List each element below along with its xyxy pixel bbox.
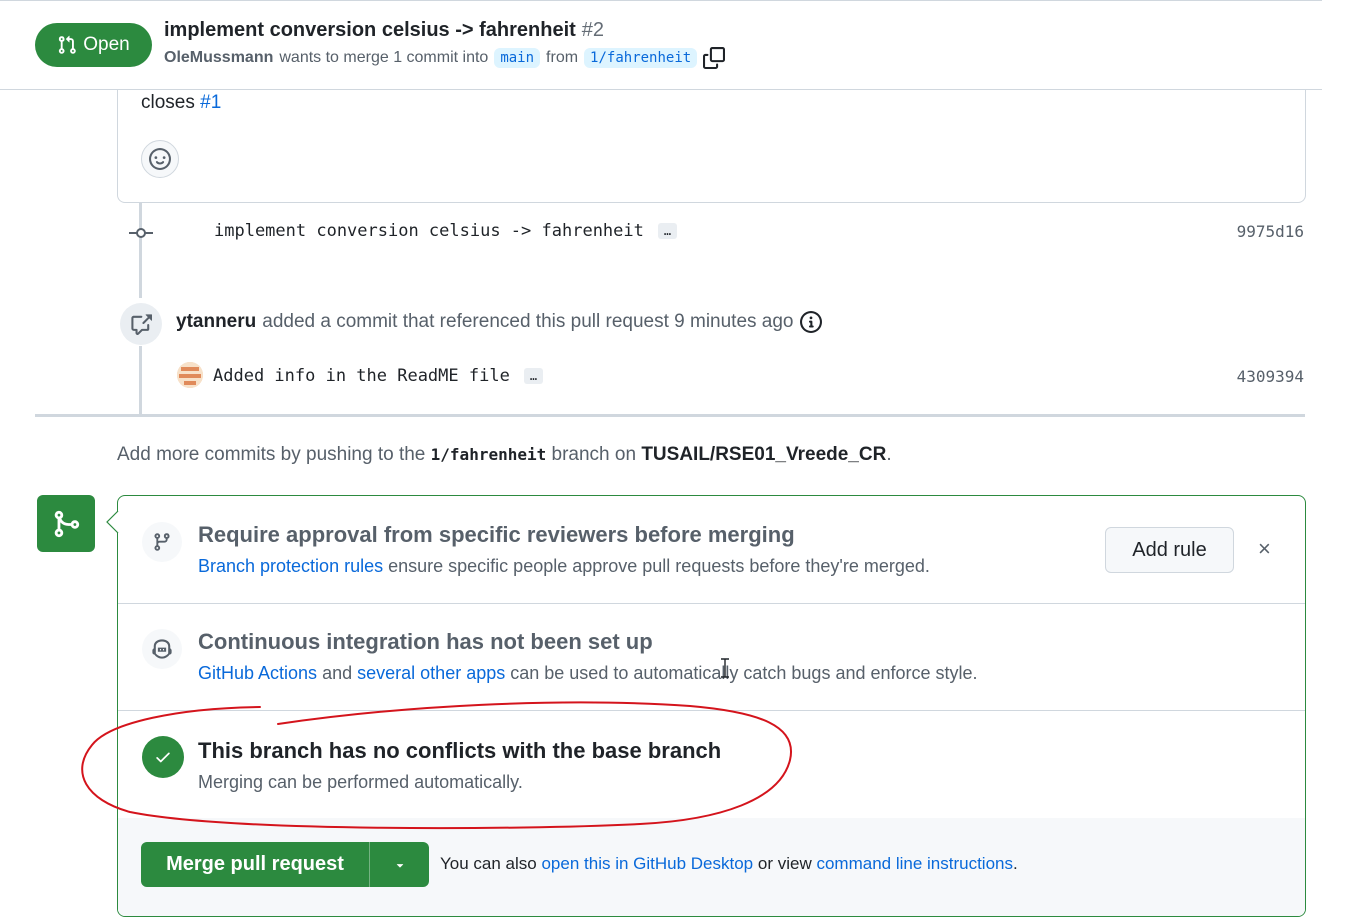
ci-title: Continuous integration has not been set …	[198, 629, 653, 654]
github-actions-link[interactable]: GitHub Actions	[198, 663, 317, 683]
hint-repo: TUSAIL/RSE01_Vreede_CR	[641, 444, 887, 465]
merge-text: wants to merge 1 commit into	[279, 49, 489, 66]
copilot-icon	[152, 639, 172, 659]
copy-icon[interactable]	[703, 47, 726, 69]
push-hint: Add more commits by pushing to the 1/fah…	[117, 444, 892, 466]
commit-message[interactable]: Added info in the ReadME file	[213, 366, 510, 386]
add-rule-button[interactable]: Add rule	[1105, 527, 1234, 573]
hint-suffix: .	[886, 444, 892, 465]
other-apps-link[interactable]: several other apps	[357, 663, 505, 683]
head-branch[interactable]: 1/fahrenheit	[584, 48, 698, 68]
merge-status-badge	[37, 495, 95, 552]
conflicts-description: Merging can be performed automatically.	[198, 772, 523, 792]
pr-sticky-header: Open implement conversion celsius -> fah…	[0, 0, 1322, 90]
merge-box-pointer	[106, 510, 119, 534]
github-desktop-link[interactable]: open this in GitHub Desktop	[541, 854, 753, 873]
commit-sha[interactable]: 9975d16	[1237, 222, 1304, 241]
closes-line: closes #1	[141, 92, 221, 114]
timeline-divider	[35, 414, 1305, 417]
reference-event-text: ytanneru added a commit that referenced …	[176, 311, 822, 333]
ci-section: Continuous integration has not been set …	[118, 603, 1305, 711]
command-line-link[interactable]: command line instructions	[816, 854, 1013, 873]
closes-text: closes	[141, 92, 195, 113]
base-branch[interactable]: main	[494, 48, 541, 68]
text-cursor-icon	[721, 658, 729, 678]
triangle-down-icon	[396, 863, 403, 868]
git-pull-request-icon	[59, 35, 77, 54]
closes-issue-link[interactable]: #1	[200, 92, 221, 113]
approval-section: Require approval from specific reviewers…	[118, 496, 1305, 604]
pr-title-text: implement conversion celsius -> fahrenhe…	[164, 19, 576, 41]
commit-sha[interactable]: 4309394	[1237, 367, 1304, 386]
pr-title: implement conversion celsius -> fahrenhe…	[164, 19, 604, 42]
cross-reference-icon	[131, 314, 152, 335]
pr-number: #2	[581, 19, 605, 41]
commit-row-1: implement conversion celsius -> fahrenhe…	[117, 218, 1304, 248]
reference-user[interactable]: ytanneru	[176, 311, 256, 333]
hint-middle: branch on	[551, 444, 637, 465]
alternative-merge-text: You can also open this in GitHub Desktop…	[440, 854, 1018, 874]
hint-branch: 1/fahrenheit	[430, 445, 547, 464]
ci-and-text: and	[322, 663, 353, 683]
or-text: or view	[757, 854, 812, 873]
robot-icon-badge	[142, 629, 182, 669]
pr-author[interactable]: OleMussmann	[164, 49, 273, 67]
merge-pull-request-button[interactable]: Merge pull request	[141, 842, 370, 887]
branch-protection-link[interactable]: Branch protection rules	[198, 556, 383, 576]
smiley-icon	[149, 148, 171, 170]
approval-description: Branch protection rules ensure specific …	[198, 556, 930, 577]
approval-desc-text: ensure specific people approve pull requ…	[388, 556, 930, 576]
check-badge	[142, 736, 184, 778]
ci-desc-text: can be used to automatically catch bugs …	[510, 663, 978, 683]
info-icon[interactable]	[799, 311, 822, 333]
merge-box: Require approval from specific reviewers…	[117, 495, 1306, 917]
merge-button-group: Merge pull request	[141, 842, 429, 887]
also-text: You can also	[440, 854, 537, 873]
conflicts-title: This branch has no conflicts with the ba…	[198, 738, 722, 763]
open-status-badge: Open	[35, 23, 152, 67]
branch-icon-badge	[142, 522, 182, 562]
commit-row-2: Added info in the ReadME file … 4309394	[117, 363, 1304, 393]
close-icon[interactable]: ×	[1258, 536, 1271, 562]
ci-description: GitHub Actions and several other apps ca…	[198, 663, 978, 684]
commit-message[interactable]: implement conversion celsius -> fahrenhe…	[214, 221, 644, 241]
hint-prefix: Add more commits by pushing to the	[117, 444, 426, 465]
status-label: Open	[83, 34, 130, 55]
commit-expand-button[interactable]: …	[523, 368, 544, 384]
period-text: .	[1013, 854, 1018, 873]
merge-footer: Merge pull request You can also open thi…	[118, 818, 1305, 916]
git-branch-icon	[154, 533, 170, 551]
reference-description: added a commit that referenced this pull…	[262, 311, 794, 332]
conflicts-section: This branch has no conflicts with the ba…	[118, 710, 1305, 819]
cross-reference-icon-badge	[120, 303, 162, 345]
check-icon	[156, 752, 170, 763]
add-reaction-button[interactable]	[141, 140, 179, 178]
pr-subtitle: OleMussmann wants to merge 1 commit into…	[164, 47, 726, 69]
commit-expand-button[interactable]: …	[657, 223, 678, 239]
from-text: from	[546, 49, 579, 66]
git-commit-icon	[129, 228, 153, 238]
merge-method-dropdown[interactable]	[370, 842, 429, 887]
git-merge-icon	[54, 510, 80, 537]
approval-title: Require approval from specific reviewers…	[198, 522, 795, 547]
